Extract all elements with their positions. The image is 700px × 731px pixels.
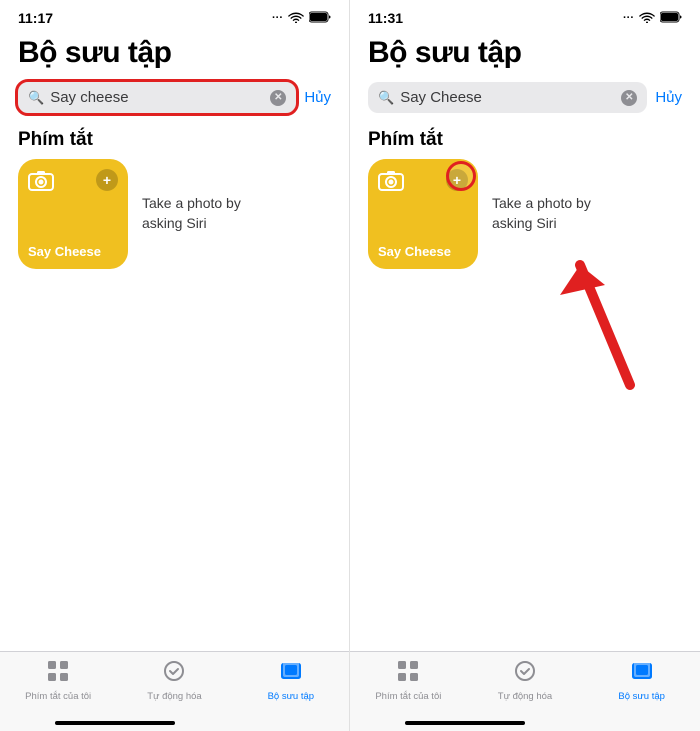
- search-value-left: Say cheese: [50, 89, 264, 106]
- shortcut-card-top-left: +: [28, 169, 118, 197]
- right-panel: 11:31 ··· Bộ sưu tập: [350, 0, 700, 731]
- search-icon-left: 🔍: [28, 90, 44, 106]
- search-clear-right[interactable]: ✕: [621, 90, 637, 106]
- status-bar-left: 11:17 ···: [0, 0, 349, 30]
- arrow-annotation: [550, 215, 670, 400]
- status-icons-left: ···: [272, 11, 331, 26]
- search-icon-right: 🔍: [378, 90, 394, 106]
- search-container-right[interactable]: 🔍 Say Cheese ✕ Hủy: [350, 76, 700, 119]
- red-arrow-svg: [550, 215, 670, 395]
- tab-label-gallery-right: Bộ sưu tập: [618, 691, 665, 702]
- left-panel: 11:17 ··· Bộ sưu tập: [0, 0, 350, 731]
- shortcut-card-right[interactable]: + Say Cheese: [368, 159, 478, 269]
- shortcut-desc-line1-right: Take a photo by: [492, 194, 591, 214]
- tab-bar-right: Phím tắt của tôi Tự động hóa Bộ sưu tập: [350, 651, 700, 731]
- home-indicator-right: [405, 721, 525, 725]
- shortcut-row-left: + Say Cheese Take a photo by asking Siri: [0, 159, 349, 269]
- tab-bar-left: Phím tắt của tôi Tự động hóa Bộ sưu tập: [0, 651, 349, 731]
- tab-my-shortcuts-left[interactable]: Phím tắt của tôi: [0, 660, 116, 702]
- camera-icon-right: [378, 169, 404, 197]
- tab-icon-shortcuts-left: [47, 660, 69, 688]
- tab-automation-left[interactable]: Tự động hóa: [116, 660, 232, 702]
- plus-btn-left[interactable]: +: [96, 169, 118, 191]
- red-circle-highlight: [446, 161, 476, 191]
- tab-icon-shortcuts-right: [397, 660, 419, 688]
- tab-gallery-left[interactable]: Bộ sưu tập: [233, 660, 349, 702]
- search-container-left[interactable]: 🔍 Say cheese ✕ Hủy: [0, 76, 349, 119]
- status-icons-right: ···: [623, 11, 682, 26]
- shortcut-name-right: Say Cheese: [378, 244, 468, 259]
- section-title-right: Phím tắt: [350, 119, 700, 159]
- shortcut-desc-line1-left: Take a photo by: [142, 194, 241, 214]
- tab-icon-automation-right: [514, 660, 536, 688]
- battery-icon-right: [660, 11, 682, 26]
- page-header-left: Bộ sưu tập: [0, 30, 349, 76]
- cancel-btn-right[interactable]: Hủy: [655, 89, 682, 106]
- page-header-right: Bộ sưu tập: [350, 30, 700, 76]
- tab-label-automation-left: Tự động hóa: [147, 691, 201, 702]
- time-right: 11:31: [368, 10, 403, 26]
- tab-gallery-right[interactable]: Bộ sưu tập: [583, 660, 700, 702]
- battery-icon-left: [309, 11, 331, 26]
- search-bar-right[interactable]: 🔍 Say Cheese ✕: [368, 82, 647, 113]
- tab-label-gallery-left: Bộ sưu tập: [268, 691, 315, 702]
- search-value-right: Say Cheese: [400, 89, 615, 106]
- signal-icon-right: ···: [623, 12, 634, 24]
- wifi-icon-left: [288, 11, 304, 26]
- camera-icon-left: [28, 169, 54, 197]
- section-title-left: Phím tắt: [0, 119, 349, 159]
- tab-label-shortcuts-left: Phím tắt của tôi: [25, 691, 91, 702]
- shortcut-desc-left: Take a photo by asking Siri: [142, 194, 241, 233]
- time-left: 11:17: [18, 10, 53, 26]
- tab-automation-right[interactable]: Tự động hóa: [467, 660, 584, 702]
- tab-label-shortcuts-right: Phím tắt của tôi: [375, 691, 441, 702]
- tab-icon-gallery-left: [280, 660, 302, 688]
- search-clear-left[interactable]: ✕: [270, 90, 286, 106]
- tab-my-shortcuts-right[interactable]: Phím tắt của tôi: [350, 660, 467, 702]
- home-indicator-left: [55, 721, 175, 725]
- shortcut-name-left: Say Cheese: [28, 244, 118, 259]
- page-title-left: Bộ sưu tập: [18, 36, 331, 70]
- tab-label-automation-right: Tự động hóa: [498, 691, 552, 702]
- status-bar-right: 11:31 ···: [350, 0, 700, 30]
- signal-icon-left: ···: [272, 12, 283, 24]
- tab-icon-automation-left: [163, 660, 185, 688]
- cancel-btn-left[interactable]: Hủy: [304, 89, 331, 106]
- shortcut-card-left[interactable]: + Say Cheese: [18, 159, 128, 269]
- shortcut-desc-line2-left: asking Siri: [142, 214, 241, 234]
- search-bar-left[interactable]: 🔍 Say cheese ✕: [18, 82, 296, 113]
- page-title-right: Bộ sưu tập: [368, 36, 682, 70]
- tab-icon-gallery-right: [631, 660, 653, 688]
- wifi-icon-right: [639, 11, 655, 26]
